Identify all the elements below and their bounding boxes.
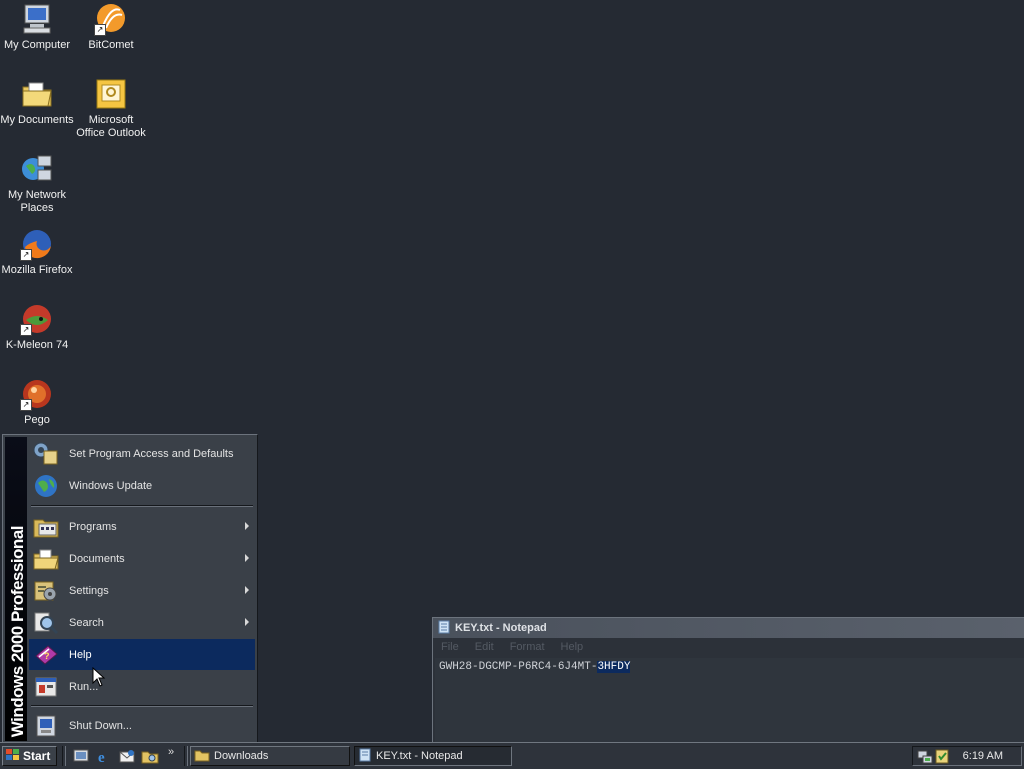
shortcut-arrow-icon: ↗ xyxy=(20,249,32,261)
computer-icon xyxy=(20,2,54,36)
menu-item-run[interactable]: Run... xyxy=(29,671,255,702)
submenu-arrow-icon xyxy=(245,522,249,530)
menu-item-label: Documents xyxy=(69,552,125,565)
run-icon xyxy=(31,673,61,701)
desktop-icon-bitcomet[interactable]: ↗ BitComet xyxy=(74,2,148,52)
desktop-icon-k-meleon[interactable]: ↗ K-Meleon 74 xyxy=(0,302,74,352)
taskbar-separator xyxy=(62,746,66,766)
menu-item-windows-update[interactable]: Windows Update xyxy=(29,470,255,501)
desktop-icon-label: My Network Places xyxy=(7,189,67,214)
menu-item-settings[interactable]: Settings xyxy=(29,575,255,606)
notepad-window: KEY.txt - Notepad File Edit Format Help … xyxy=(432,617,1024,745)
start-menu: Windows 2000 Professional Set Program Ac… xyxy=(2,434,258,744)
desktop-icon-label: My Documents xyxy=(0,114,74,126)
desktop-icon-label: Mozilla Firefox xyxy=(1,264,73,276)
folder-icon xyxy=(194,748,210,765)
folder-documents-icon xyxy=(20,77,54,111)
svg-text:e: e xyxy=(98,750,105,764)
svg-text:?: ? xyxy=(44,651,50,661)
submenu-arrow-icon xyxy=(245,618,249,626)
help-icon: ? xyxy=(31,641,61,669)
show-desktop-icon[interactable] xyxy=(72,748,90,764)
menu-item-programs[interactable]: Programs xyxy=(29,511,255,542)
mouse-cursor-icon xyxy=(92,666,106,690)
notepad-title: KEY.txt - Notepad xyxy=(455,622,547,634)
submenu-arrow-icon xyxy=(245,554,249,562)
task-button-downloads[interactable]: Downloads xyxy=(190,746,350,766)
notepad-icon xyxy=(358,748,372,765)
menu-help[interactable]: Help xyxy=(561,641,584,653)
pego-icon: ↗ xyxy=(20,377,54,411)
firefox-icon: ↗ xyxy=(20,227,54,261)
programs-icon xyxy=(31,513,61,541)
menu-item-label: Programs xyxy=(69,520,117,533)
menu-item-help[interactable]: ? Help xyxy=(29,639,255,670)
network-tray-icon[interactable] xyxy=(917,749,933,767)
menu-item-set-program-access[interactable]: Set Program Access and Defaults xyxy=(29,438,255,469)
search-icon xyxy=(31,609,61,637)
menu-file[interactable]: File xyxy=(441,641,459,653)
desktop-icon-pego[interactable]: ↗ Pego xyxy=(0,377,74,427)
desktop-icon-label: Pego xyxy=(24,414,50,426)
menu-item-documents[interactable]: Documents xyxy=(29,543,255,574)
menu-separator xyxy=(31,505,253,507)
network-icon xyxy=(20,152,54,186)
program-access-icon xyxy=(31,440,61,468)
documents-icon xyxy=(31,545,61,573)
desktop-icon-label: BitComet xyxy=(88,39,134,51)
menu-item-search[interactable]: Search xyxy=(29,607,255,638)
menu-item-shut-down[interactable]: Shut Down... xyxy=(29,710,255,741)
task-button-notepad[interactable]: KEY.txt - Notepad xyxy=(354,746,512,766)
outlook-icon xyxy=(94,77,128,111)
internet-explorer-icon[interactable]: e xyxy=(95,748,113,766)
notepad-titlebar[interactable]: KEY.txt - Notepad xyxy=(433,618,1024,638)
menu-item-label: Set Program Access and Defaults xyxy=(69,447,234,460)
menu-item-label: Settings xyxy=(69,584,109,597)
desktop-icon-label: My Computer xyxy=(3,39,71,51)
shortcut-arrow-icon: ↗ xyxy=(20,399,32,411)
start-button[interactable]: Start xyxy=(2,746,57,766)
notepad-text: GWH28-DGCMP-P6RC4-6J4MT- xyxy=(439,661,598,673)
start-menu-banner: Windows 2000 Professional xyxy=(5,437,27,741)
menu-separator xyxy=(31,705,253,707)
menu-item-label: Search xyxy=(69,616,104,629)
notepad-icon xyxy=(437,620,451,637)
outlook-express-icon[interactable] xyxy=(118,748,136,764)
menu-edit[interactable]: Edit xyxy=(475,641,494,653)
desktop-icon-label: K-Meleon 74 xyxy=(5,339,69,351)
windows-logo-icon xyxy=(6,748,20,764)
desktop-icon-my-computer[interactable]: My Computer xyxy=(0,2,74,52)
task-button-label: Downloads xyxy=(214,750,269,762)
taskbar-separator xyxy=(184,746,188,766)
notepad-selected-text: 3HFDY xyxy=(597,661,631,673)
menu-item-label: Shut Down... xyxy=(69,719,132,732)
system-tray: 6:19 AM xyxy=(912,746,1022,766)
security-tray-icon[interactable] xyxy=(935,749,949,767)
shortcut-arrow-icon: ↗ xyxy=(94,24,106,36)
taskbar: Start e » Downloads KEY.txt - Notepad 6:… xyxy=(0,742,1024,769)
clock[interactable]: 6:19 AM xyxy=(963,750,1003,762)
desktop-icon-firefox[interactable]: ↗ Mozilla Firefox xyxy=(0,227,74,277)
notepad-text-area[interactable]: GWH28-DGCMP-P6RC4-6J4MT-3HFDY xyxy=(435,658,1024,742)
task-button-label: KEY.txt - Notepad xyxy=(376,750,463,762)
desktop-icon-outlook[interactable]: Microsoft Office Outlook xyxy=(74,77,148,140)
shutdown-icon xyxy=(31,712,61,740)
start-label: Start xyxy=(23,749,51,763)
kmeleon-icon: ↗ xyxy=(20,302,54,336)
bitcomet-icon: ↗ xyxy=(94,2,128,36)
shortcut-arrow-icon: ↗ xyxy=(20,324,32,336)
start-menu-banner-text: Windows 2000 Professional xyxy=(8,525,27,737)
notepad-menubar: File Edit Format Help xyxy=(433,638,1024,656)
settings-icon xyxy=(31,577,61,605)
desktop-icon-label: Microsoft Office Outlook xyxy=(76,114,146,139)
menu-format[interactable]: Format xyxy=(510,641,545,653)
explore-icon[interactable] xyxy=(141,748,159,764)
menu-item-label: Windows Update xyxy=(69,479,153,492)
windows-update-icon xyxy=(31,472,61,500)
desktop-icon-my-documents[interactable]: My Documents xyxy=(0,77,74,127)
desktop-icon-my-network-places[interactable]: My Network Places xyxy=(0,152,74,215)
menu-item-label: Help xyxy=(69,648,92,661)
quick-launch-more-icon[interactable]: » xyxy=(168,746,174,758)
submenu-arrow-icon xyxy=(245,586,249,594)
